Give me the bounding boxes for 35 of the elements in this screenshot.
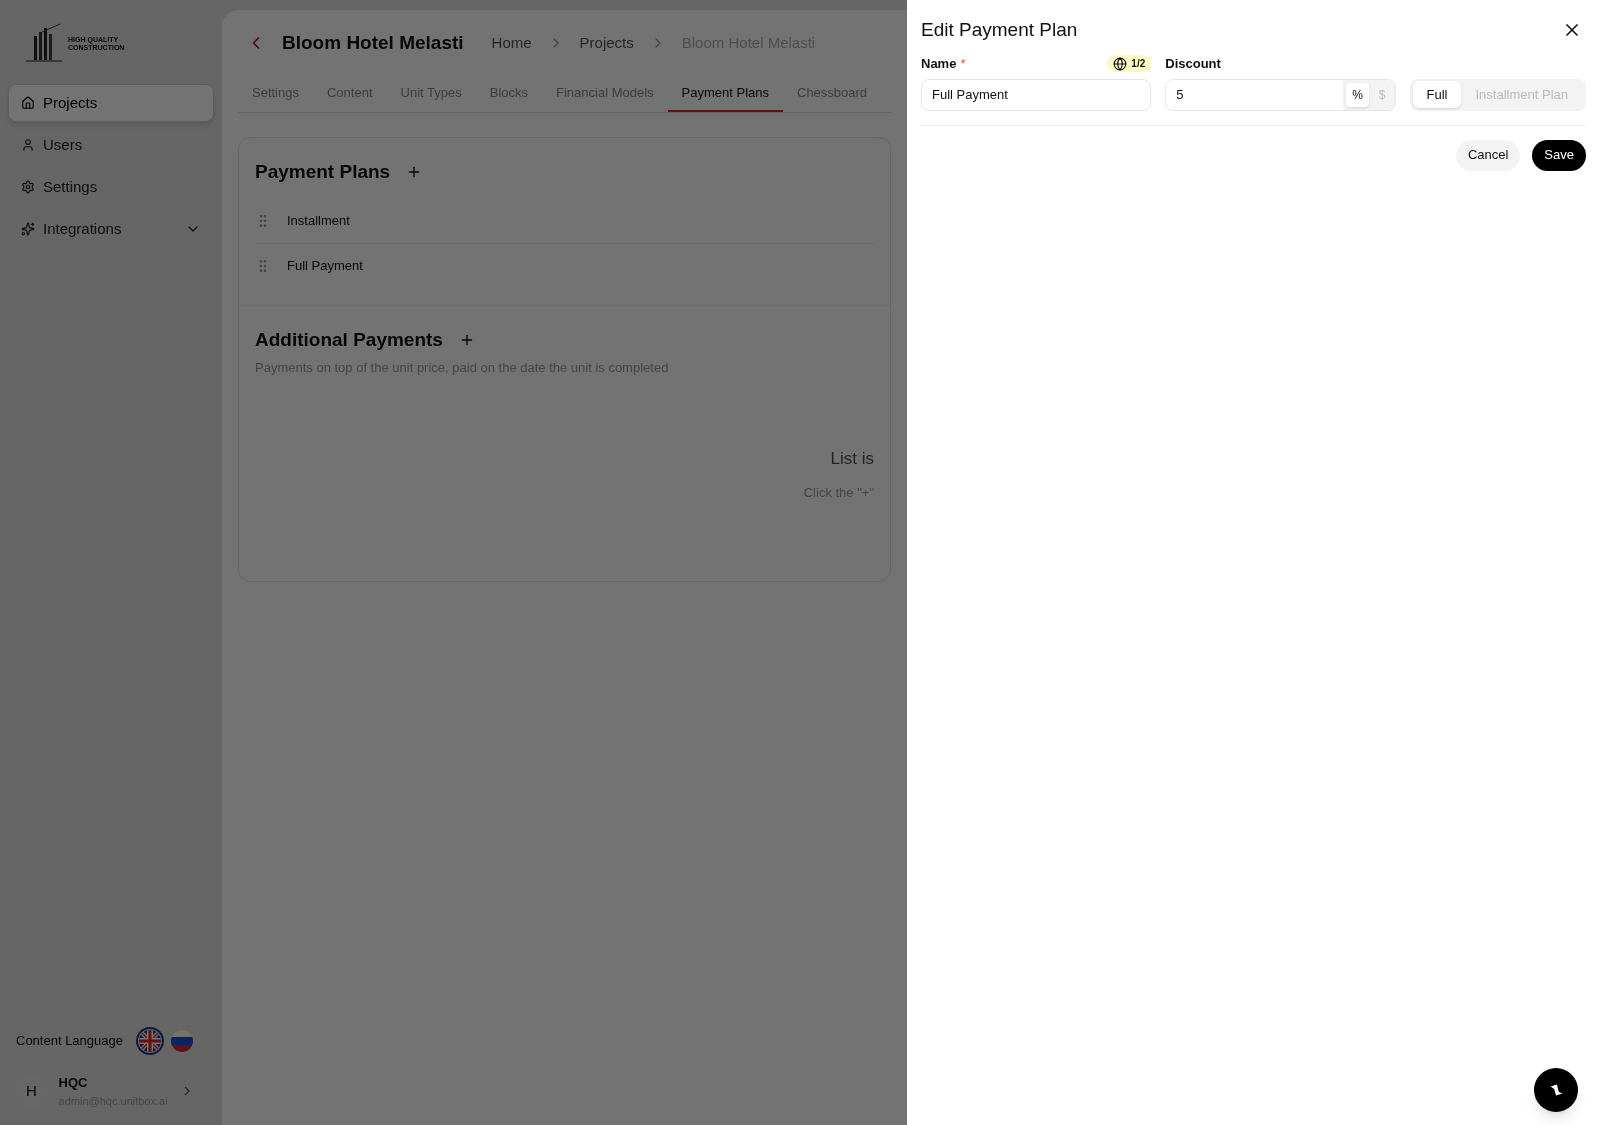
user-icon <box>21 138 35 152</box>
translation-badge[interactable]: 1/2 <box>1107 55 1152 72</box>
payment-plan-name[interactable]: Full Payment <box>287 256 363 276</box>
settings-icon <box>21 180 35 194</box>
nav-item[interactable]: Settings <box>8 168 214 206</box>
unit-option[interactable]: $ <box>1372 82 1392 107</box>
content-language-label: Content Language <box>16 1032 124 1051</box>
plan-type-option[interactable]: Full <box>1412 80 1462 109</box>
payment-plan-name[interactable]: Installment <box>287 210 350 231</box>
page-title: Bloom Hotel Melasti <box>282 30 464 55</box>
plan-type-option[interactable]: Installment Plan <box>1461 80 1582 109</box>
home-icon <box>21 96 35 110</box>
unit-option[interactable]: % <box>1346 82 1369 107</box>
field-label: Discount <box>1165 54 1222 73</box>
building-logo-icon <box>24 20 64 64</box>
field-label: Name <box>921 54 957 73</box>
save-button[interactable]: Save <box>1532 139 1586 171</box>
nav-item[interactable]: Projects <box>8 84 214 122</box>
required-mark: * <box>960 54 966 73</box>
flag-icon[interactable] <box>138 1029 162 1053</box>
profile-name: HQC <box>58 1074 89 1092</box>
breadcrumb-link[interactable]: Projects <box>579 31 634 55</box>
cancel-button[interactable]: Cancel <box>1455 139 1521 171</box>
flag-icon[interactable] <box>170 1029 194 1053</box>
section-title: Payment Plans <box>255 160 391 184</box>
drawer-title: Edit Payment Plan <box>921 18 1078 42</box>
discount-field[interactable]: 5 % $ <box>1165 78 1396 111</box>
nav-item[interactable]: Integrations <box>8 210 214 248</box>
breadcrumb-link[interactable]: Home <box>491 31 532 55</box>
nav-item[interactable]: Users <box>8 126 214 164</box>
section-title: Additional Payments <box>255 327 443 352</box>
empty-state-title: List is <box>830 447 874 470</box>
name-field[interactable]: Full Payment <box>921 78 1152 111</box>
sparkle-icon <box>21 222 35 236</box>
tab[interactable]: Payment Plans <box>667 76 783 112</box>
